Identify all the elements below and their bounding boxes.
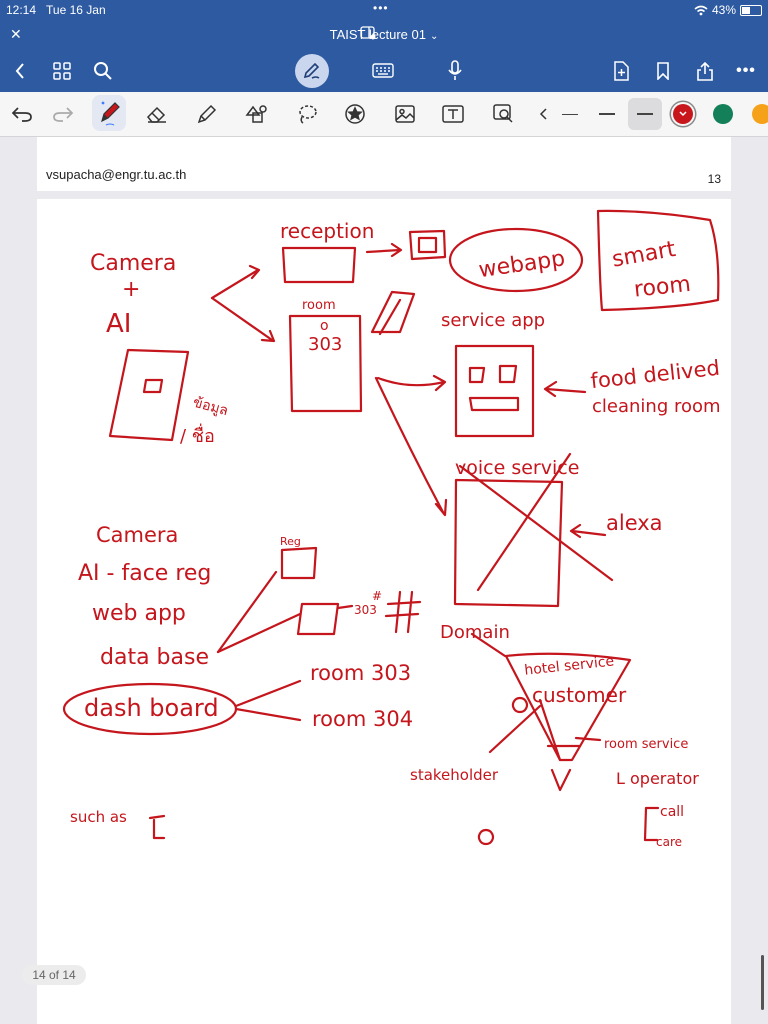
- person-head: [477, 828, 495, 846]
- reg-label: Reg: [280, 535, 301, 548]
- food-label: food delived: [589, 356, 721, 393]
- ai-face-label: AI - face reg: [78, 561, 211, 586]
- call-label: call: [660, 804, 684, 820]
- room-label-smart: room: [633, 272, 692, 303]
- domain-label: Domain: [440, 622, 510, 643]
- thai-label-2: / ชื่อ: [180, 423, 215, 447]
- handwriting-canvas: reception webapp smart room Camera + AI …: [62, 209, 721, 849]
- camera-list-label: Camera: [96, 523, 178, 547]
- camera-device-sketch: [108, 348, 190, 442]
- hash-sign: [384, 590, 422, 634]
- page-indicator: 14 of 14: [22, 965, 86, 985]
- stakeholder-line: [488, 704, 542, 754]
- box-to-303-line: [336, 604, 354, 610]
- database-label: data base: [100, 645, 209, 670]
- room-to-voice-arrow: [374, 376, 448, 517]
- service-app-label: service app: [441, 310, 545, 331]
- service-app-box: [454, 344, 535, 438]
- webapp-label: webapp: [477, 246, 567, 283]
- room-to-app-arrow: [376, 374, 447, 392]
- funnel-inner: [538, 698, 582, 792]
- customer-circle: [511, 696, 529, 714]
- dashboard-branches: [234, 679, 302, 722]
- reception-arrow: [365, 242, 403, 258]
- hotel-service-label: hotel service: [524, 653, 615, 678]
- phone-icon-sketch: [408, 229, 447, 261]
- room-small-label: room: [302, 298, 336, 313]
- fork-arrows: [210, 264, 276, 343]
- room-service-label: room service: [604, 737, 688, 752]
- alexa-arrow: [569, 523, 607, 539]
- ai-label: AI: [106, 309, 131, 339]
- room-number-label: 303: [308, 334, 342, 355]
- web-app-label: web app: [92, 601, 186, 626]
- num-303-label: 303: [354, 603, 377, 617]
- room-304-label: room 304: [312, 707, 413, 731]
- plus-label: +: [122, 277, 140, 302]
- such-as-label: such as: [70, 808, 127, 826]
- room-dot: o: [320, 318, 329, 334]
- customer-label: customer: [532, 683, 627, 707]
- operator-label: L operator: [616, 769, 699, 788]
- such-as-bracket: [148, 814, 166, 840]
- alexa-label: alexa: [606, 511, 663, 535]
- dashboard-label: dash board: [84, 694, 219, 722]
- thai-label-1: ข้อมูล: [191, 395, 230, 420]
- cleaning-label: cleaning room: [592, 396, 721, 417]
- stakeholder-label: stakeholder: [410, 766, 499, 784]
- hash-label: #: [372, 589, 382, 603]
- voice-label: voice service: [455, 457, 579, 479]
- db-to-box-line: [216, 612, 302, 654]
- reg-box: [280, 546, 318, 580]
- tablet-sketch: [370, 290, 416, 336]
- room-303-box: [296, 602, 340, 636]
- camera-label: Camera: [90, 251, 176, 276]
- smart-label: smart: [610, 237, 678, 273]
- scrollbar[interactable]: [761, 955, 764, 1010]
- operator-line: [574, 736, 602, 742]
- db-to-reg-line: [216, 570, 278, 654]
- care-label: care: [656, 835, 682, 849]
- service-app-eyes: [468, 364, 520, 412]
- reception-label: reception: [280, 219, 374, 243]
- reception-box: [281, 246, 357, 284]
- room-303-label: room 303: [310, 661, 411, 685]
- food-arrow: [543, 380, 587, 398]
